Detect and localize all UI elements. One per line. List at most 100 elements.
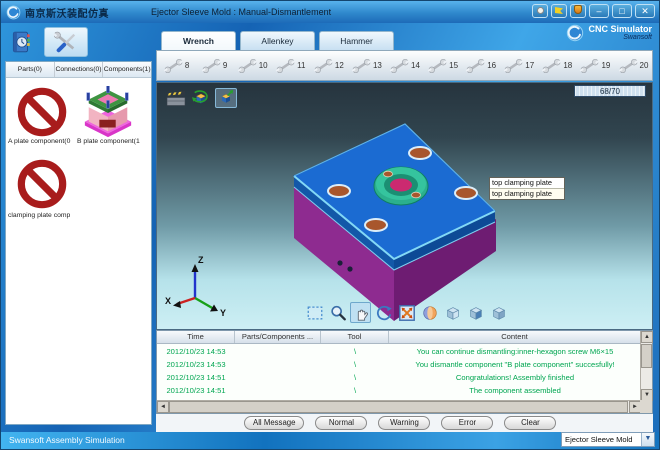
fit-view-icon[interactable] [396,302,417,323]
column-header-parts[interactable]: Parts/Components ... [235,331,321,343]
wrench-tool-15[interactable]: 15 [424,51,462,80]
error-button[interactable]: Error [441,416,493,430]
app-title: 南京斯沃装配仿真 [25,5,109,20]
axis-y-label: Y [220,308,226,318]
axes-triad [173,264,218,312]
section-view-icon[interactable] [488,302,509,323]
tools-icon [52,31,80,53]
tab-wrench[interactable]: Wrench [161,31,236,51]
wrench-size-strip: 8 9 10 11 12 13 14 15 16 17 18 19 20 [156,50,653,81]
tab-parts[interactable]: Parts(0) [6,62,55,77]
prohibited-icon[interactable] [17,159,67,209]
part-tooltip: top clamping plate top clamping plate [489,177,565,200]
wrench-icon [313,58,334,74]
brand-swirl-icon [566,24,584,42]
column-header-time[interactable]: Time [157,331,235,343]
marquee-select-icon[interactable] [304,302,325,323]
dismantle-mode-icon[interactable] [215,88,237,108]
log-parts [235,371,321,384]
animation-icon[interactable] [165,88,187,108]
chevron-down-icon[interactable]: ▼ [641,433,654,446]
tools-button[interactable] [44,27,88,57]
rotate-view-icon[interactable] [373,302,394,323]
scrollbar-thumb[interactable] [169,401,628,413]
wrench-tool-8[interactable]: 8 [157,51,195,80]
titlebar: 南京斯沃装配仿真 Ejector Sleeve Mold : Manual-Di… [1,1,659,23]
normal-button[interactable]: Normal [315,416,367,430]
close-button[interactable]: ✕ [635,4,655,18]
log-row[interactable]: 2012/10/23 14:53 \ You dismantle compone… [157,358,641,371]
wrench-icon [275,58,296,74]
scroll-up-icon[interactable]: ▲ [641,331,653,343]
mold-component-thumbnail[interactable] [76,86,140,140]
left-panel-tabs: Parts(0) Connections(0) Components(1) [6,62,151,78]
brand-name: CNC Simulator [588,24,652,34]
project-selector-value: Ejector Sleeve Mold [562,435,641,444]
tab-connections[interactable]: Connections(0) [55,62,104,77]
wrench-size-label: 19 [601,61,610,70]
window-title: Ejector Sleeve Mold : Manual-Dismantleme… [151,7,331,17]
shield-icon[interactable] [570,4,586,18]
wrench-tool-20[interactable]: 20 [614,51,652,80]
log-header: Time Parts/Components ... Tool Content [157,331,652,344]
message-flag-icon[interactable] [551,4,567,18]
scroll-left-icon[interactable]: ◄ [157,401,169,413]
status-text: Swansoft Assembly Simulation [9,435,125,445]
horizontal-scrollbar[interactable]: ◄ ► [157,400,641,413]
axis-z-label: Z [198,255,204,265]
message-log: Time Parts/Components ... Tool Content 2… [156,330,653,414]
zoom-icon[interactable] [327,302,348,323]
all-message-button[interactable]: All Message [244,416,304,430]
address-book-icon [9,30,33,54]
hint-icon[interactable] [532,4,548,18]
pan-hand-icon[interactable] [350,302,371,323]
minimize-button[interactable]: – [589,4,609,18]
wrench-tool-19[interactable]: 19 [576,51,614,80]
window-controls: – □ ✕ [532,4,655,18]
parts-library-button[interactable] [5,27,37,57]
components-panel: Parts(0) Connections(0) Components(1) A … [5,61,152,425]
solid-view-icon[interactable] [465,302,486,323]
wrench-tool-17[interactable]: 17 [500,51,538,80]
maximize-button[interactable]: □ [612,4,632,18]
column-header-content[interactable]: Content [389,331,641,343]
wrench-size-label: 10 [259,61,268,70]
tab-allenkey[interactable]: Allenkey [240,31,315,50]
3d-viewport[interactable]: Z Y X 68/70 top clamping plate top clamp… [156,82,653,330]
log-row[interactable]: 2012/10/23 14:51 \ Congratulations! Asse… [157,371,641,384]
wrench-size-label: 16 [487,61,496,70]
tab-hammer[interactable]: Hammer [319,31,394,50]
tooltip-line: top clamping plate [490,189,564,199]
wrench-tool-12[interactable]: 12 [309,51,347,80]
project-selector[interactable]: Ejector Sleeve Mold ▼ [561,432,655,447]
warning-button[interactable]: Warning [378,416,430,430]
viewport-toolbar-top [165,88,237,108]
log-row[interactable]: 2012/10/23 14:51 \ The component assembl… [157,384,641,397]
clear-button[interactable]: Clear [504,416,556,430]
wrench-tool-10[interactable]: 10 [233,51,271,80]
scrollbar-thumb[interactable] [641,344,652,368]
wrench-tool-18[interactable]: 18 [538,51,576,80]
wrench-tool-9[interactable]: 9 [195,51,233,80]
wrench-tool-14[interactable]: 14 [385,51,423,80]
tab-components[interactable]: Components(1) [103,62,151,77]
log-row[interactable]: 2012/10/23 14:53 \ You can continue dism… [157,345,641,358]
wrench-size-label: 8 [185,61,189,70]
wrench-size-label: 14 [411,61,420,70]
vertical-scrollbar[interactable]: ▲ ▼ [640,331,652,401]
wrench-tool-11[interactable]: 11 [271,51,309,80]
log-content: You dismantle component "B plate compone… [389,358,641,371]
log-content: The component assembled [389,384,641,397]
wrench-icon [579,58,600,74]
assemble-mode-icon[interactable] [190,88,212,108]
shaded-view-icon[interactable] [419,302,440,323]
prohibited-icon[interactable] [17,87,67,137]
iso-view-icon[interactable] [442,302,463,323]
brand-subtitle: Swansoft [588,34,652,42]
component-label: B plate component(1 [77,138,151,145]
column-header-tool[interactable]: Tool [321,331,389,343]
left-toolbar [5,27,88,57]
wrench-tool-16[interactable]: 16 [462,51,500,80]
tool-tabs: Wrench Allenkey Hammer [161,31,394,51]
wrench-tool-13[interactable]: 13 [347,51,385,80]
